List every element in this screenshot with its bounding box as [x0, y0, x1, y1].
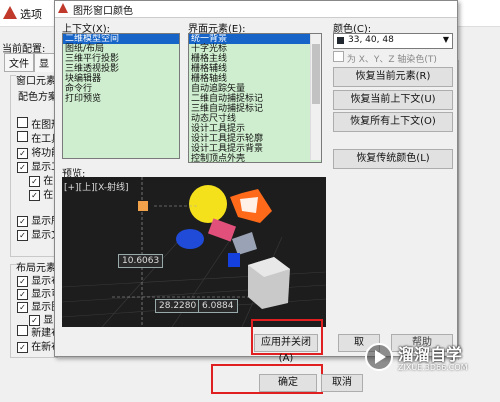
list-item[interactable]: 设计工具提示背景 — [189, 144, 321, 154]
tint-axis-option[interactable]: 为 X、Y、Z 轴染色(T) — [333, 51, 437, 65]
sphere-shape — [189, 185, 227, 223]
viewport-label: [+][上][X-射线] — [64, 183, 129, 193]
gray-wedge — [232, 232, 257, 255]
window-elements-label: 窗口元素 — [16, 72, 56, 87]
dimension-value-1: 10.6063 — [118, 254, 164, 268]
checkbox[interactable]: ✓ — [17, 162, 28, 173]
bg-option-subrow[interactable]: ✓ 在 — [29, 172, 53, 187]
list-item[interactable]: 打印预览 — [63, 94, 179, 104]
blue-cube — [228, 253, 240, 267]
list-item[interactable]: 栅格轴线 — [189, 74, 321, 84]
ok-button[interactable]: 确定 — [259, 374, 317, 392]
list-item[interactable]: 设计工具提示 — [189, 124, 321, 134]
context-listbox[interactable]: 二维模型空间 图纸/布局 三维平行投影 三维透视投影 块编辑器 命令行 打印预览 — [62, 33, 180, 159]
list-item[interactable]: 三维自动捕捉标记 — [189, 104, 321, 114]
autocad-logo-icon — [58, 3, 68, 13]
dialog-title-bar: 图形窗口颜色 — [55, 1, 457, 18]
list-item[interactable]: 栅格主线 — [189, 54, 321, 64]
cancel-button[interactable]: 取消 — [321, 374, 363, 392]
checkbox[interactable] — [17, 131, 28, 142]
watermark: 溜溜自学 ZIXUE.3D66.COM — [364, 340, 498, 378]
play-logo-icon — [365, 343, 393, 371]
ucs-marker-icon — [138, 201, 148, 211]
list-item[interactable]: 二维自动捕捉标记 — [189, 94, 321, 104]
list-item[interactable]: 图纸/布局 — [63, 44, 179, 54]
list-item[interactable]: 设计工具提示轮廓 — [189, 134, 321, 144]
list-item[interactable]: 控制顶点外壳 — [189, 154, 321, 162]
apply-close-button[interactable]: 应用并关闭(A) — [254, 334, 318, 364]
restore-all-button[interactable]: 恢复所有上下文(O) — [333, 112, 453, 132]
checkbox[interactable]: ✓ — [17, 302, 28, 313]
restore-context-button[interactable]: 恢复当前上下文(U) — [333, 90, 453, 110]
checkbox[interactable] — [17, 325, 28, 336]
graphics-colors-dialog: 图形窗口颜色 上下文(X): 二维模型空间 图纸/布局 三维平行投影 三维透视投… — [54, 0, 458, 364]
list-item[interactable]: 十字光标 — [189, 44, 321, 54]
color-select[interactable]: 33, 40, 48 ▼ — [333, 33, 453, 49]
preview-viewport: [+][上][X-射线] 10.6063 28.2280 6.0884 — [62, 177, 326, 327]
options-title: 选项 — [20, 8, 42, 21]
autocad-logo-icon — [3, 6, 17, 19]
cone-highlight — [240, 197, 258, 213]
list-item[interactable]: 动态尺寸线 — [189, 114, 321, 124]
dimension-value-3: 6.0884 — [198, 299, 238, 313]
bg-right-panel — [458, 60, 499, 360]
list-item[interactable]: 统一背景 — [189, 34, 321, 44]
restore-element-button[interactable]: 恢复当前元素(R) — [333, 67, 453, 87]
list-item[interactable]: 三维透视投影 — [63, 64, 179, 74]
dialog-title: 图形窗口颜色 — [73, 6, 133, 17]
checkbox[interactable] — [17, 117, 28, 128]
checkbox[interactable]: ✓ — [17, 230, 28, 241]
bg-option-subrow[interactable]: ✓ 在 — [29, 186, 53, 201]
restore-classic-button[interactable]: 恢复传统颜色(L) — [333, 149, 453, 169]
chevron-down-icon: ▼ — [442, 35, 449, 44]
list-item[interactable]: 命令行 — [63, 84, 179, 94]
color-scheme-label: 配色方案 — [18, 92, 58, 103]
color-swatch — [337, 37, 344, 44]
list-item[interactable]: 三维平行投影 — [63, 54, 179, 64]
watermark-name: 溜溜自学 — [398, 345, 463, 364]
elements-scrollbar[interactable] — [310, 34, 321, 160]
elements-listbox[interactable]: 统一背景 十字光标 栅格主线 栅格辅线 栅格轴线 自动追踪矢量 二维自动捕捉标记… — [188, 33, 322, 163]
watermark-url: ZIXUE.3D66.COM — [398, 363, 468, 372]
checkbox[interactable] — [333, 51, 344, 62]
color-value: 33, 40, 48 — [348, 35, 394, 45]
list-item[interactable]: 栅格辅线 — [189, 64, 321, 74]
scrollbar-thumb[interactable] — [312, 44, 320, 104]
dimension-value-2: 28.2280 — [155, 299, 201, 313]
pink-block — [207, 218, 237, 242]
torus-shape — [176, 229, 204, 249]
checkbox[interactable]: ✓ — [17, 342, 28, 353]
list-item[interactable]: 自动追踪矢量 — [189, 84, 321, 94]
tab-file[interactable]: 文件 — [4, 53, 34, 72]
list-item[interactable]: 块编辑器 — [63, 74, 179, 84]
list-item[interactable]: 二维模型空间 — [63, 34, 179, 44]
checkbox[interactable]: ✓ — [29, 190, 40, 201]
